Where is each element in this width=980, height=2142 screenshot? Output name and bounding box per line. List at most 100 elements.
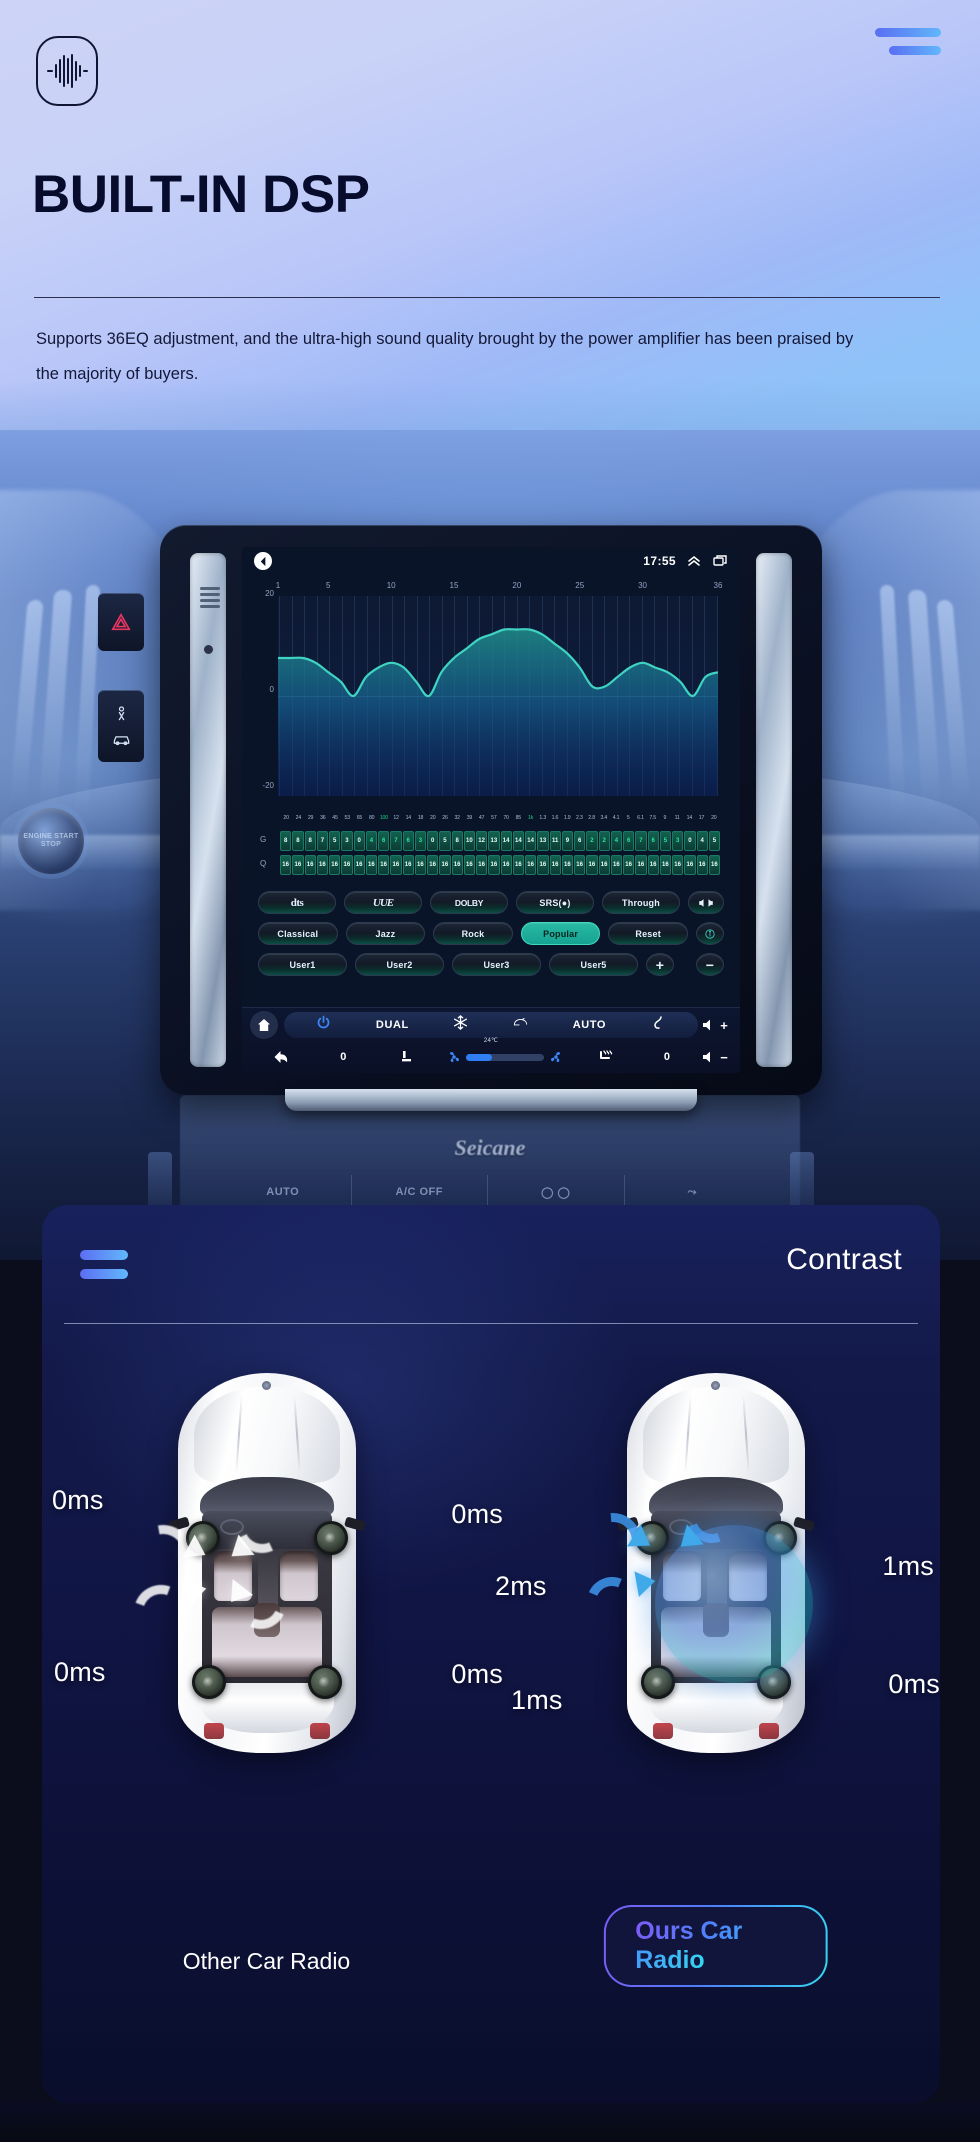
eq-q-cell[interactable]: 16 bbox=[427, 855, 439, 875]
eq-q-cell[interactable]: 16 bbox=[549, 855, 561, 875]
ours-car-radio-button[interactable]: Ours Car Radio bbox=[603, 1905, 828, 1987]
auto-label[interactable]: AUTO bbox=[573, 1019, 606, 1031]
eq-gain-cell[interactable]: 7 bbox=[635, 831, 647, 851]
eq-gain-cell[interactable]: 2 bbox=[598, 831, 610, 851]
eq-gain-cell[interactable]: 5 bbox=[329, 831, 341, 851]
eq-q-cell[interactable]: 16 bbox=[316, 855, 328, 875]
eq-preset-buttons[interactable]: dts UUE DOLBY SRS(●) Through Classical J… bbox=[258, 891, 724, 984]
home-icon[interactable] bbox=[250, 1011, 278, 1039]
eq-q-cell[interactable]: 16 bbox=[586, 855, 598, 875]
eq-gain-cell[interactable]: 5 bbox=[708, 831, 720, 851]
eq-gain-cell[interactable]: 3 bbox=[414, 831, 426, 851]
eq-q-cell[interactable]: 16 bbox=[341, 855, 353, 875]
eq-gain-cell[interactable]: 0 bbox=[684, 831, 696, 851]
eq-q-cell[interactable]: 16 bbox=[684, 855, 696, 875]
volume-up-icon[interactable]: + bbox=[698, 1018, 732, 1033]
air-recirculation-icon[interactable] bbox=[513, 1015, 528, 1035]
preset-user3-button[interactable]: User3 bbox=[452, 953, 541, 976]
chevron-up-icon[interactable] bbox=[686, 553, 702, 569]
eq-q-cell[interactable]: 16 bbox=[500, 855, 512, 875]
eq-q-cell[interactable]: 16 bbox=[402, 855, 414, 875]
dash-climate-key-recirc[interactable]: ◯ ◯ bbox=[488, 1175, 625, 1209]
engine-start-stop-button[interactable]: ENGINE START STOP bbox=[18, 808, 84, 874]
eq-gain-cell[interactable]: 13 bbox=[537, 831, 549, 851]
back-triangle-icon[interactable] bbox=[254, 552, 272, 570]
preset-uue-button[interactable]: UUE bbox=[344, 891, 422, 914]
eq-q-cell[interactable]: 16 bbox=[463, 855, 475, 875]
eq-q-cell[interactable]: 16 bbox=[304, 855, 316, 875]
eq-gain-cell[interactable]: 6 bbox=[574, 831, 586, 851]
preset-popular-button[interactable]: Popular bbox=[520, 922, 601, 945]
eq-q-cell[interactable]: 16 bbox=[647, 855, 659, 875]
eq-q-cell[interactable]: 16 bbox=[623, 855, 635, 875]
eq-q-cell[interactable]: 16 bbox=[635, 855, 647, 875]
eq-gain-cell[interactable]: 8 bbox=[304, 831, 316, 851]
eq-gain-cell[interactable]: 6 bbox=[402, 831, 414, 851]
eq-q-cell[interactable]: 16 bbox=[488, 855, 500, 875]
assist-buttons-group[interactable] bbox=[98, 690, 144, 762]
eq-gain-cell[interactable]: 14 bbox=[500, 831, 512, 851]
eq-q-cell[interactable]: 16 bbox=[390, 855, 402, 875]
preset-user2-button[interactable]: User2 bbox=[355, 953, 444, 976]
eq-gain-cell[interactable]: 0 bbox=[427, 831, 439, 851]
contrast-menu-icon[interactable] bbox=[80, 1250, 128, 1279]
right-temperature-value[interactable]: 0 bbox=[636, 1051, 698, 1063]
eq-q-cell[interactable]: 16 bbox=[512, 855, 524, 875]
eq-q-cell[interactable]: 16 bbox=[598, 855, 610, 875]
eq-gain-cell[interactable]: 6 bbox=[647, 831, 659, 851]
preset-dolby-button[interactable]: DOLBY bbox=[430, 891, 508, 914]
eq-gain-cell[interactable]: 10 bbox=[463, 831, 475, 851]
preset-rock-button[interactable]: Rock bbox=[433, 922, 513, 945]
preset-user5-button[interactable]: User5 bbox=[549, 953, 638, 976]
eq-gain-cell[interactable]: 8 bbox=[292, 831, 304, 851]
plus-icon[interactable]: + bbox=[646, 953, 674, 976]
eq-gain-cell[interactable]: 6 bbox=[623, 831, 635, 851]
minus-icon[interactable]: − bbox=[696, 953, 724, 976]
back-arrow-icon[interactable] bbox=[250, 1049, 312, 1065]
head-unit-screen[interactable]: 17:55 1 5 10 15 20 25 30 36 20 0 -20 20 … bbox=[242, 547, 740, 1073]
eq-gain-cell[interactable]: 4 bbox=[365, 831, 377, 851]
eq-gain-cell[interactable]: 11 bbox=[549, 831, 561, 851]
volume-down-icon[interactable]: − bbox=[698, 1050, 732, 1065]
preset-classical-button[interactable]: Classical bbox=[258, 922, 338, 945]
eq-gain-cell[interactable]: 7 bbox=[390, 831, 402, 851]
dual-label[interactable]: DUAL bbox=[376, 1019, 409, 1031]
eq-q-cell[interactable]: 16 bbox=[561, 855, 573, 875]
recent-apps-icon[interactable] bbox=[712, 553, 728, 569]
eq-q-cell[interactable]: 16 bbox=[451, 855, 463, 875]
preset-srs-button[interactable]: SRS(●) bbox=[516, 891, 594, 914]
climate-control-bar[interactable]: DUAL AUTO 24℃ + 0 0 − bbox=[242, 1007, 740, 1073]
eq-gain-cell[interactable]: 0 bbox=[353, 831, 365, 851]
eq-gain-cell[interactable]: 3 bbox=[672, 831, 684, 851]
eq-chart[interactable]: 1 5 10 15 20 25 30 36 20 0 -20 bbox=[252, 581, 730, 811]
info-icon[interactable] bbox=[695, 922, 724, 945]
eq-q-cell[interactable]: 16 bbox=[414, 855, 426, 875]
eq-gain-cell[interactable]: 12 bbox=[476, 831, 488, 851]
fan-slider-track[interactable] bbox=[466, 1053, 545, 1061]
eq-gain-cell[interactable]: 7 bbox=[316, 831, 328, 851]
eq-q-cell[interactable]: 16 bbox=[439, 855, 451, 875]
windshield-defrost-icon[interactable] bbox=[651, 1015, 666, 1035]
eq-q-cell[interactable]: 16 bbox=[525, 855, 537, 875]
eq-gain-cell[interactable]: 4 bbox=[610, 831, 622, 851]
seat-heat-icon[interactable] bbox=[574, 1049, 636, 1065]
eq-gain-cell[interactable]: 4 bbox=[696, 831, 708, 851]
eq-gain-cell[interactable]: 5 bbox=[439, 831, 451, 851]
hazard-light-button[interactable] bbox=[98, 593, 144, 651]
eq-q-cell[interactable]: 16 bbox=[659, 855, 671, 875]
eq-gain-cell[interactable]: 14 bbox=[525, 831, 537, 851]
eq-gain-cell[interactable]: 9 bbox=[561, 831, 573, 851]
preset-jazz-button[interactable]: Jazz bbox=[345, 922, 426, 945]
eq-gain-cell[interactable]: 14 bbox=[512, 831, 524, 851]
eq-q-row[interactable]: 16 16 16 16 16 16 16 16 16 16 16 16 16 16 16 16 16 16 16 16… bbox=[280, 855, 720, 875]
eq-q-cell[interactable]: 16 bbox=[574, 855, 586, 875]
eq-q-cell[interactable]: 16 bbox=[672, 855, 684, 875]
hamburger-menu-icon[interactable] bbox=[875, 28, 941, 55]
eq-q-cell[interactable]: 16 bbox=[476, 855, 488, 875]
eq-q-cell[interactable]: 16 bbox=[537, 855, 549, 875]
eq-q-cell[interactable]: 16 bbox=[292, 855, 304, 875]
power-icon[interactable] bbox=[316, 1015, 331, 1035]
preset-through-button[interactable]: Through bbox=[602, 891, 680, 914]
eq-q-cell[interactable]: 16 bbox=[280, 855, 292, 875]
snowflake-icon[interactable] bbox=[453, 1015, 468, 1035]
